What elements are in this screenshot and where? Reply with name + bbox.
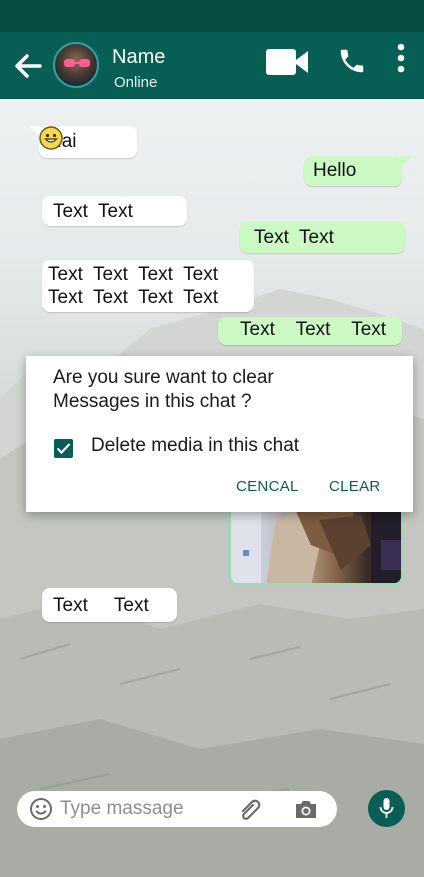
back-arrow-icon[interactable] bbox=[12, 51, 44, 81]
attach-icon[interactable] bbox=[239, 798, 265, 822]
message-bubble-incoming[interactable]: Text Text bbox=[42, 196, 187, 226]
clear-button[interactable]: CLEAR bbox=[329, 478, 381, 495]
avatar[interactable] bbox=[53, 42, 99, 88]
message-text: Text Text bbox=[53, 201, 133, 222]
message-bubble-outgoing[interactable]: Text Text Text bbox=[218, 317, 402, 345]
message-text: Hello bbox=[313, 160, 357, 181]
message-text-line: Text Text Text Text bbox=[48, 264, 219, 285]
smiley-emoji-icon bbox=[39, 126, 63, 150]
message-bubble-incoming[interactable]: Hai bbox=[29, 126, 137, 158]
dialog-message: Are you sure want to clear Messages in t… bbox=[53, 367, 274, 412]
checkmark-icon bbox=[56, 443, 71, 455]
chat-header: Name Online bbox=[0, 32, 424, 99]
contact-name[interactable]: Name bbox=[112, 46, 165, 69]
message-bubble-outgoing[interactable]: Hello bbox=[304, 156, 412, 186]
message-text: Text Text bbox=[53, 595, 149, 616]
mic-button[interactable] bbox=[368, 790, 405, 827]
cancel-button[interactable]: CENCAL bbox=[236, 478, 299, 495]
emoji-icon[interactable] bbox=[29, 797, 53, 821]
message-text-line: Text Text Text Text bbox=[48, 287, 219, 308]
delete-media-label[interactable]: Delete media in this chat bbox=[91, 435, 299, 457]
image-thumbnail bbox=[231, 500, 401, 583]
camera-icon[interactable] bbox=[294, 798, 318, 820]
message-input[interactable] bbox=[60, 796, 230, 822]
message-bubble-incoming[interactable]: Text Text Text Text Text Text Text Text bbox=[42, 260, 254, 312]
clear-chat-dialog: Are you sure want to clear Messages in t… bbox=[26, 356, 413, 512]
message-composer bbox=[17, 791, 337, 827]
contact-status: Online bbox=[114, 74, 158, 91]
avatar-glasses bbox=[64, 59, 90, 67]
mic-icon bbox=[379, 798, 394, 818]
message-text: Text Text Text bbox=[240, 319, 387, 340]
delete-media-checkbox[interactable] bbox=[54, 439, 73, 458]
status-bar bbox=[0, 0, 424, 32]
video-call-icon[interactable] bbox=[265, 48, 309, 76]
message-text: Text Text bbox=[254, 227, 334, 248]
more-vert-icon[interactable] bbox=[396, 43, 406, 73]
phone-icon[interactable] bbox=[337, 46, 367, 76]
message-bubble-outgoing[interactable]: Text Text bbox=[240, 221, 405, 253]
message-bubble-incoming[interactable]: Text Text bbox=[42, 588, 177, 622]
image-message[interactable] bbox=[228, 500, 404, 586]
